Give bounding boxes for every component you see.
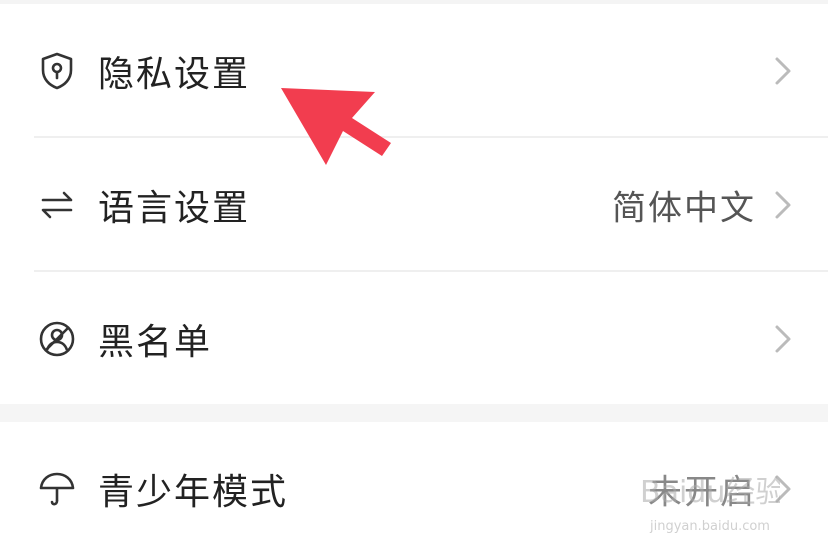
- settings-item-privacy[interactable]: 隐私设置: [0, 4, 828, 138]
- settings-item-blacklist[interactable]: 黑名单: [0, 272, 828, 406]
- settings-item-label: 隐私设置: [98, 54, 251, 95]
- settings-item-value: 简体中文: [612, 188, 756, 229]
- settings-item-teen-mode[interactable]: 青少年模式 未开启: [0, 422, 828, 556]
- chevron-right-icon: [772, 54, 794, 88]
- chevron-right-icon: [772, 322, 794, 356]
- settings-item-label: 青少年模式: [98, 472, 289, 513]
- settings-item-value: 未开启: [648, 472, 756, 513]
- section-gap: [0, 404, 828, 422]
- shield-lock-icon: [36, 50, 78, 92]
- settings-item-label: 语言设置: [98, 188, 251, 229]
- settings-item-language[interactable]: 语言设置 简体中文: [0, 138, 828, 272]
- settings-item-label: 黑名单: [98, 322, 213, 363]
- chevron-right-icon: [772, 188, 794, 222]
- swap-arrows-icon: [36, 184, 78, 226]
- chevron-right-icon: [772, 472, 794, 506]
- umbrella-icon: [36, 468, 78, 510]
- block-user-icon: [36, 318, 78, 360]
